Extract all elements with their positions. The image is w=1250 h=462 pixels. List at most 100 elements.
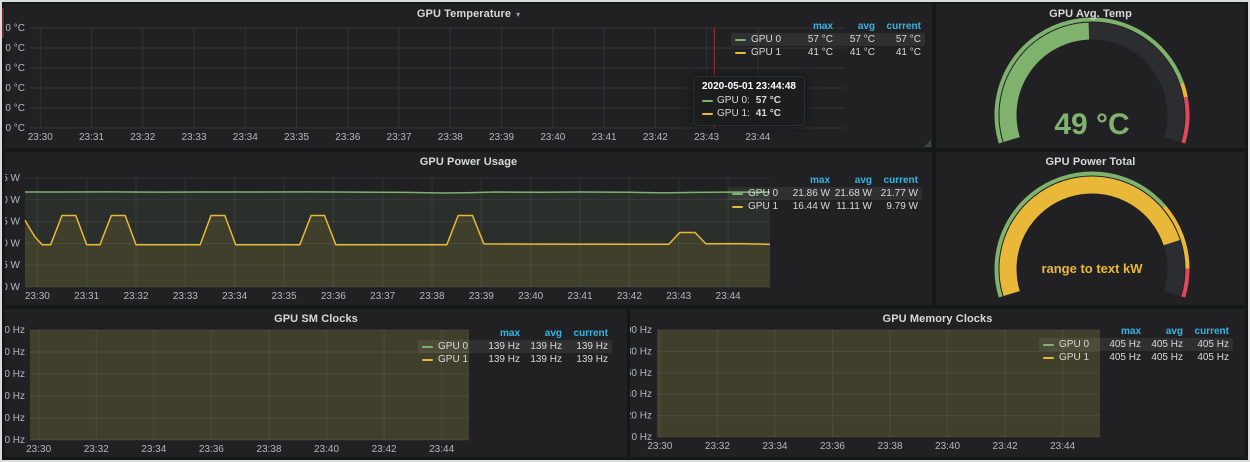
x-tick-label: 23:34	[222, 291, 247, 302]
tooltip-series-label: GPU 1:	[717, 107, 750, 120]
y-tick-label: 80 Hz	[630, 346, 652, 357]
x-tick-label: 23:44	[716, 291, 741, 302]
panel-gpu-temperature: GPU Temperature ▾ 0 °C20 °C40 °C60 °C80 …	[5, 4, 932, 148]
series-areas	[657, 330, 1100, 437]
legend-value: 405 Hz	[1099, 339, 1141, 350]
x-tick-label: 23:32	[705, 441, 730, 452]
x-tick-label: 23:30	[26, 444, 51, 455]
legend-value: 21.68 W	[830, 188, 872, 199]
x-tick-label: 23:43	[694, 132, 719, 143]
legend-series-name[interactable]: GPU 1	[735, 47, 791, 58]
x-tick-label: 23:42	[372, 444, 397, 455]
y-tick-label: 15 W	[5, 217, 21, 228]
x-tick-label: 23:36	[820, 441, 845, 452]
y-tick-label: 60 °C	[5, 63, 25, 74]
x-tick-label: 23:41	[592, 132, 617, 143]
legend-header-cell: current	[872, 175, 918, 186]
x-tick-label: 23:40	[314, 444, 339, 455]
panel-resize-handle[interactable]	[924, 140, 931, 147]
graph-tooltip: 2020-05-01 23:44:48 GPU 0: 57 °C GPU 1: …	[693, 76, 805, 126]
legend-series-row[interactable]: GPU 0405 Hz405 Hz405 Hz	[1039, 338, 1233, 351]
legend-header-cell: current	[562, 328, 608, 339]
x-tick-label: 23:35	[284, 132, 309, 143]
series-swatch-yellow	[702, 113, 713, 115]
panel-gpu-memory-clocks: GPU Memory Clocks 0 Hz20 Hz40 Hz60 Hz80 …	[630, 309, 1245, 457]
legend-value: 139 Hz	[520, 341, 562, 352]
gpu-power-usage-legend: maxavgcurrentGPU 021.86 W21.68 W21.77 WG…	[728, 174, 922, 213]
legend-series-name[interactable]: GPU 0	[732, 188, 788, 199]
legend-value: 139 Hz	[562, 354, 608, 365]
legend-value: 139 Hz	[520, 354, 562, 365]
panel-title-gpu-avg-temp[interactable]: GPU Avg. Temp	[936, 4, 1245, 24]
legend-series-name[interactable]: GPU 1	[422, 354, 478, 365]
legend-series-name[interactable]: GPU 0	[735, 34, 791, 45]
x-tick-label: 23:44	[1050, 441, 1075, 452]
panel-title-gpu-power-usage[interactable]: GPU Power Usage	[5, 152, 932, 172]
x-tick-label: 23:39	[469, 291, 494, 302]
legend-series-row[interactable]: GPU 141 °C41 °C41 °C	[731, 46, 925, 59]
legend-header-cell: current	[1183, 326, 1229, 337]
y-tick-label: 20 W	[5, 195, 21, 206]
legend-series-row[interactable]: GPU 116.44 W11.11 W9.79 W	[728, 200, 922, 213]
legend-series-row[interactable]: GPU 057 °C57 °C57 °C	[731, 33, 925, 46]
legend-series-row[interactable]: GPU 1139 Hz139 Hz139 Hz	[418, 353, 612, 366]
legend-series-row[interactable]: GPU 1405 Hz405 Hz405 Hz	[1039, 351, 1233, 364]
legend-header-cell: max	[788, 175, 830, 186]
legend-header: maxavgcurrent	[418, 327, 612, 340]
series-swatch-yellow	[735, 52, 746, 54]
legend-value: 41 °C	[875, 47, 921, 58]
tooltip-timestamp: 2020-05-01 23:44:48	[702, 81, 796, 92]
series-swatch-yellow	[1043, 357, 1054, 359]
panel-title-text: GPU Temperature	[417, 8, 511, 20]
x-tick-label: 23:39	[489, 132, 514, 143]
y-tick-label: 60 Hz	[630, 368, 652, 379]
legend-value: 405 Hz	[1099, 352, 1141, 363]
x-tick-label: 23:31	[79, 132, 104, 143]
panel-gpu-power-total: GPU Power Total range to text kW	[936, 152, 1245, 305]
panel-title-gpu-power-total[interactable]: GPU Power Total	[936, 152, 1245, 172]
x-tick-label: 23:35	[272, 291, 297, 302]
y-tick-label: 60 Hz	[5, 369, 25, 380]
legend-header-cell: avg	[520, 328, 562, 339]
panel-title-gpu-sm-clocks[interactable]: GPU SM Clocks	[5, 309, 627, 329]
x-tick-label: 23:30	[647, 441, 672, 452]
legend-series-name[interactable]: GPU 0	[422, 341, 478, 352]
legend-series-name[interactable]: GPU 1	[732, 201, 788, 212]
grafana-dashboard: GPU Temperature ▾ 0 °C20 °C40 °C60 °C80 …	[0, 0, 1250, 462]
legend-series-name[interactable]: GPU 1	[1043, 352, 1099, 363]
legend-series-row[interactable]: GPU 0139 Hz139 Hz139 Hz	[418, 340, 612, 353]
gauge-value-text: 49 °C	[1054, 108, 1129, 141]
x-tick-label: 23:38	[420, 291, 445, 302]
tooltip-row-gpu0: GPU 0: 57 °C	[702, 94, 796, 107]
panel-title-text: GPU Power Total	[1046, 156, 1136, 168]
x-tick-label: 23:44	[429, 444, 454, 455]
series-areas	[25, 192, 770, 287]
legend-header-cell: avg	[830, 175, 872, 186]
y-tick-label: 20 °C	[5, 103, 25, 114]
legend-series-name[interactable]: GPU 0	[1043, 339, 1099, 350]
legend-value: 405 Hz	[1141, 339, 1183, 350]
series-swatch-green	[1043, 344, 1054, 346]
x-tick-label: 23:34	[233, 132, 258, 143]
x-tick-label: 23:34	[141, 444, 166, 455]
legend-header-cell: avg	[1141, 326, 1183, 337]
legend-header: maxavgcurrent	[731, 20, 925, 33]
y-tick-label: 80 Hz	[5, 347, 25, 358]
legend-value: 139 Hz	[478, 354, 520, 365]
series-areas	[30, 330, 469, 440]
axis-labels: 0 °C20 °C40 °C60 °C80 °C100 °C23:3023:31…	[5, 23, 771, 143]
x-tick-label: 23:30	[28, 132, 53, 143]
legend-series-row[interactable]: GPU 021.86 W21.68 W21.77 W	[728, 187, 922, 200]
gpu-sm-clocks-legend: maxavgcurrentGPU 0139 Hz139 Hz139 HzGPU …	[418, 327, 612, 366]
x-tick-label: 23:42	[617, 291, 642, 302]
x-tick-label: 23:36	[199, 444, 224, 455]
legend-header-cell: max	[1099, 326, 1141, 337]
x-tick-label: 23:36	[321, 291, 346, 302]
x-tick-label: 23:42	[643, 132, 668, 143]
tooltip-series-label: GPU 0:	[717, 94, 750, 107]
y-tick-label: 25 W	[5, 173, 21, 184]
y-tick-label: 10 W	[5, 238, 21, 249]
y-tick-label: 20 Hz	[5, 413, 25, 424]
chevron-down-icon: ▾	[516, 10, 520, 19]
x-tick-label: 23:40	[935, 441, 960, 452]
